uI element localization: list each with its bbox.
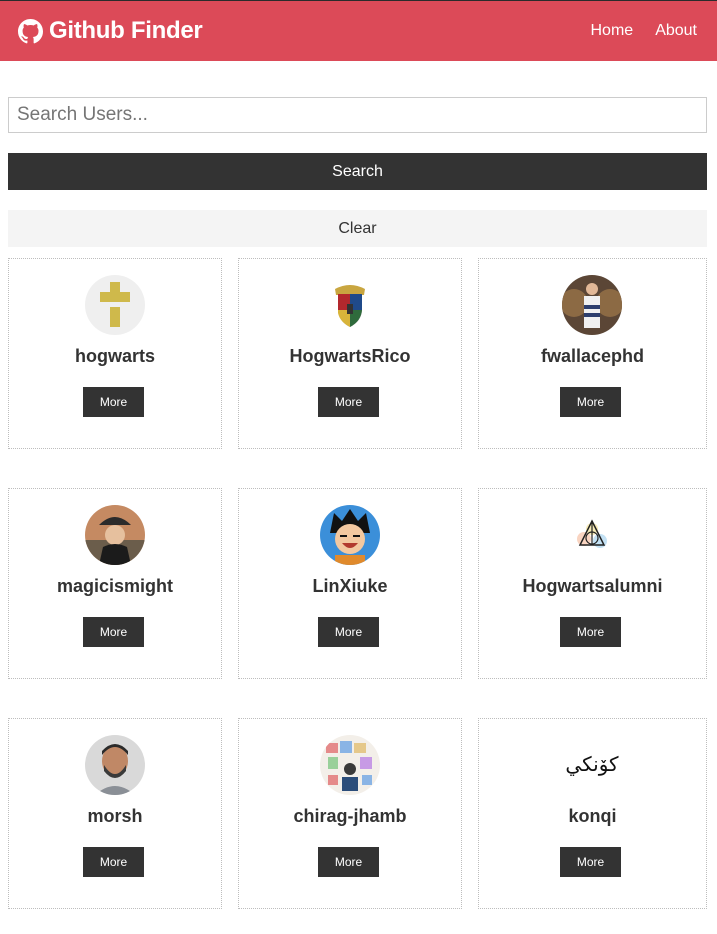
more-button[interactable]: More (318, 387, 379, 417)
username: Hogwartsalumni (522, 576, 663, 596)
nav-link-about[interactable]: About (655, 22, 697, 40)
username: konqi (568, 806, 617, 826)
user-card: hogwarts More (8, 258, 222, 449)
avatar (562, 275, 622, 335)
app-title: Github Finder (49, 17, 203, 44)
more-button[interactable]: More (318, 617, 379, 647)
user-card: LinXiuke More (238, 488, 462, 679)
more-button[interactable]: More (560, 617, 621, 647)
clear-button[interactable]: Clear (8, 210, 707, 247)
avatar (320, 505, 380, 565)
username: magicismight (56, 576, 174, 596)
user-card: Hogwartsalumni More (478, 488, 707, 679)
more-button[interactable]: More (318, 847, 379, 877)
avatar (85, 505, 145, 565)
user-card: magicismight More (8, 488, 222, 679)
nav-links: Home About (569, 22, 698, 40)
avatar (562, 505, 622, 565)
username: fwallacephd (540, 346, 645, 366)
search-input[interactable] (8, 97, 707, 133)
github-icon (18, 18, 43, 44)
username: HogwartsRico (289, 346, 411, 366)
username: chirag-jhamb (293, 806, 407, 826)
avatar (85, 275, 145, 335)
user-card: chirag-jhamb More (238, 718, 462, 909)
avatar (320, 275, 380, 335)
username: morsh (87, 806, 143, 826)
brand[interactable]: Github Finder (18, 17, 203, 45)
more-button[interactable]: More (83, 847, 144, 877)
user-card: كۆنكي konqi More (478, 718, 707, 909)
user-card: HogwartsRico More (238, 258, 462, 449)
nav-link-home[interactable]: Home (591, 22, 634, 40)
user-card: morsh More (8, 718, 222, 909)
username: hogwarts (74, 346, 155, 366)
username: LinXiuke (312, 576, 388, 596)
more-button[interactable]: More (560, 847, 621, 877)
navbar: Github Finder Home About (0, 0, 717, 61)
avatar (85, 735, 145, 795)
search-button[interactable]: Search (8, 153, 707, 190)
more-button[interactable]: More (83, 617, 144, 647)
user-card: fwallacephd More (478, 258, 707, 449)
avatar (320, 735, 380, 795)
more-button[interactable]: More (83, 387, 144, 417)
avatar: كۆنكي (562, 735, 622, 795)
svg-text:كۆنكي: كۆنكي (565, 752, 619, 777)
more-button[interactable]: More (560, 387, 621, 417)
